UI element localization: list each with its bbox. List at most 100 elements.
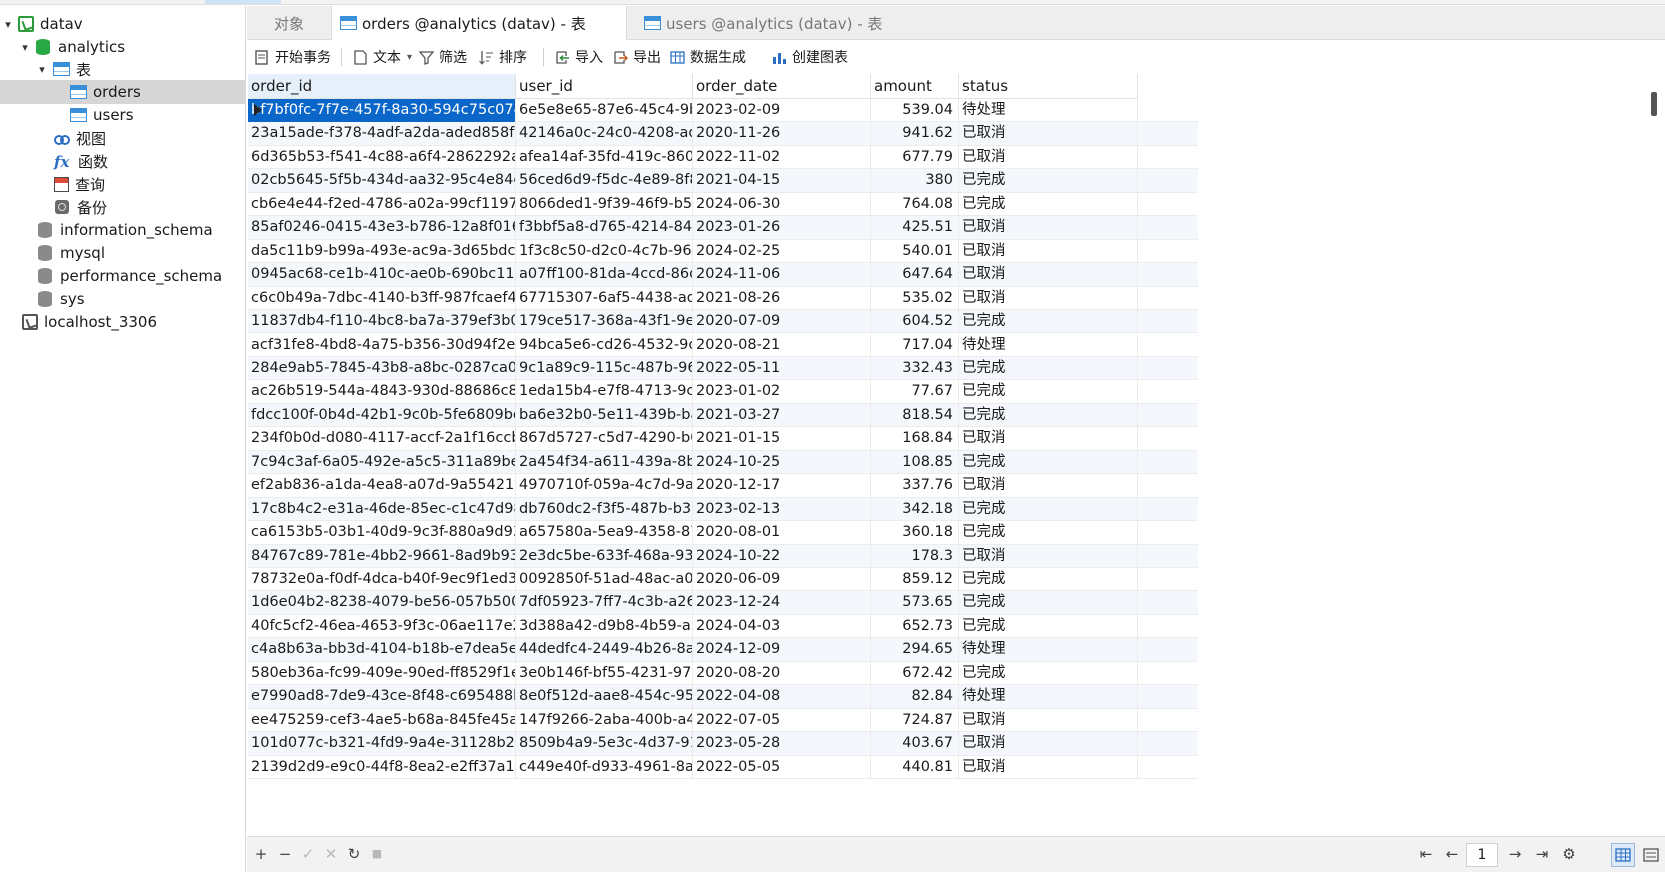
cell-order-date[interactable]: 2020-12-17 — [693, 474, 871, 498]
cell-order-id[interactable]: ac26b519-544a-4843-930d-88686c801 — [248, 380, 516, 404]
table-row[interactable]: 234f0b0d-d080-4117-accf-2a1f16ccba 867d57… — [248, 427, 1198, 451]
cell-amount[interactable]: 604.52 — [871, 310, 959, 334]
cell-status[interactable]: 已完成 — [959, 591, 1138, 615]
cell-order-id[interactable]: 11837db4-f110-4bc8-ba7a-379ef3b0fa — [248, 310, 516, 334]
cell-order-date[interactable]: 2024-12-09 — [693, 638, 871, 662]
table-row[interactable]: c6c0b49a-7dbc-4140-b3ff-987fcaef4e 677153… — [248, 286, 1198, 311]
cell-user-id[interactable]: 56ced6d9-f5dc-4e89-8f8 — [516, 169, 693, 193]
cell-order-date[interactable]: 2020-06-09 — [693, 568, 871, 592]
cell-amount[interactable]: 168.84 — [871, 427, 959, 451]
cell-order-date[interactable]: 2020-11-26 — [693, 122, 871, 146]
tree-database-mysql[interactable]: mysql — [0, 241, 245, 265]
tree-database-information-schema[interactable]: information_schema — [0, 218, 245, 242]
table-row[interactable]: 284e9ab5-7845-43b8-a8bc-0287ca0ck 9c1a89c… — [248, 356, 1198, 381]
cell-status[interactable]: 待处理 — [959, 99, 1138, 123]
cell-order-id[interactable]: ef2ab836-a1da-4ea8-a07d-9a554215c — [248, 474, 516, 498]
cell-amount[interactable]: 178.3 — [871, 544, 959, 568]
table-row[interactable]: acf31fe8-4bd8-4a75-b356-30d94f2e1 94bca5e… — [248, 333, 1198, 357]
cell-status[interactable]: 已取消 — [959, 427, 1138, 451]
cell-order-date[interactable]: 2023-12-24 — [693, 591, 871, 615]
cell-amount[interactable]: 360.18 — [871, 521, 959, 545]
cell-order-id[interactable]: 7c94c3af-6a05-492e-a5c5-311a89be5c — [248, 450, 516, 475]
cell-user-id[interactable]: 8509b4a9-5e3c-4d37-91 — [516, 732, 693, 756]
cell-user-id[interactable]: 1eda15b4-e7f8-4713-9c0 — [516, 380, 693, 404]
tree-folder-tables[interactable]: ▾ 表 — [0, 57, 245, 81]
cell-order-id[interactable]: 2139d2d9-e9c0-44f8-8ea2-e2ff37a1ea — [248, 755, 516, 780]
cell-status[interactable]: 已取消 — [959, 239, 1138, 264]
cell-status[interactable]: 已完成 — [959, 614, 1138, 639]
table-row[interactable]: bf7bf0fc-7f7e-457f-8a30-594c75c0743 6e5e8… — [248, 99, 1198, 123]
cell-order-date[interactable]: 2021-01-15 — [693, 427, 871, 451]
cell-amount[interactable]: 647.64 — [871, 263, 959, 287]
cell-amount[interactable]: 337.76 — [871, 474, 959, 498]
cell-order-date[interactable]: 2020-08-21 — [693, 333, 871, 357]
cell-user-id[interactable]: 4970710f-059a-4c7d-9a4 — [516, 474, 693, 498]
cell-amount[interactable]: 717.04 — [871, 333, 959, 357]
table-row[interactable]: c4a8b63a-bb3d-4104-b18b-e7dea5e6 44dedfc4… — [248, 638, 1198, 662]
cell-order-date[interactable]: 2021-08-26 — [693, 286, 871, 311]
tab-orders-table[interactable]: orders @analytics (datav) - 表 — [331, 6, 627, 40]
cell-user-id[interactable]: 179ce517-368a-43f1-9e4 — [516, 310, 693, 334]
table-row[interactable]: ee475259-cef3-4ae5-b68a-845fe45ab 147f926… — [248, 708, 1198, 733]
cell-user-id[interactable]: 9c1a89c9-115c-487b-962 — [516, 356, 693, 381]
tree-database-performance-schema[interactable]: performance_schema — [0, 264, 245, 288]
cell-user-id[interactable]: db760dc2-f3f5-487b-b3e — [516, 497, 693, 522]
cell-status[interactable]: 已完成 — [959, 310, 1138, 334]
sort-button[interactable]: 排序 — [479, 45, 527, 69]
cell-status[interactable]: 已完成 — [959, 403, 1138, 428]
cell-status[interactable]: 已完成 — [959, 169, 1138, 193]
table-row[interactable]: e7990ad8-7de9-43ce-8f48-c695488b0 8e0f512… — [248, 685, 1198, 709]
cell-amount[interactable]: 380 — [871, 169, 959, 193]
chevron-down-icon[interactable]: ▾ — [36, 63, 48, 76]
cell-order-date[interactable]: 2021-03-27 — [693, 403, 871, 428]
cell-user-id[interactable]: 3d388a42-d9b8-4b59-a3 — [516, 614, 693, 639]
cell-status[interactable]: 已完成 — [959, 661, 1138, 686]
cell-user-id[interactable]: 8066ded1-9f39-46f9-b55 — [516, 192, 693, 217]
cell-order-date[interactable]: 2020-08-01 — [693, 521, 871, 545]
cell-order-id[interactable]: 85af0246-0415-43e3-b786-12a8f016cf — [248, 216, 516, 240]
table-row[interactable]: 85af0246-0415-43e3-b786-12a8f016cf f3bbf5… — [248, 216, 1198, 240]
cell-amount[interactable]: 425.51 — [871, 216, 959, 240]
apply-changes-button[interactable]: ✓ — [299, 845, 317, 863]
first-page-button[interactable]: ⇤ — [1417, 845, 1435, 863]
cell-status[interactable]: 已取消 — [959, 145, 1138, 170]
cell-user-id[interactable]: 8e0f512d-aae8-454c-956 — [516, 685, 693, 709]
cell-status[interactable]: 已取消 — [959, 732, 1138, 756]
settings-gear-icon[interactable]: ⚙ — [1560, 845, 1578, 863]
table-row[interactable]: 17c8b4c2-e31a-46de-85ec-c1c47d98c db760dc… — [248, 497, 1198, 522]
table-row[interactable]: fdcc100f-0b4d-42b1-9c0b-5fe6809bd ba6e32b… — [248, 403, 1198, 428]
tree-folder-functions[interactable]: fx 函数 — [0, 149, 245, 173]
tree-connection-localhost[interactable]: localhost_3306 — [0, 310, 245, 334]
filter-button[interactable]: 筛选 — [418, 45, 467, 69]
cell-order-date[interactable]: 2021-04-15 — [693, 169, 871, 193]
cell-user-id[interactable]: 2a454f34-a611-439a-8b5 — [516, 450, 693, 475]
cell-order-id[interactable]: 284e9ab5-7845-43b8-a8bc-0287ca0ck — [248, 356, 516, 381]
cell-amount[interactable]: 818.54 — [871, 403, 959, 428]
cell-user-id[interactable]: 0092850f-51ad-48ac-a04 — [516, 568, 693, 592]
next-page-button[interactable]: → — [1506, 845, 1524, 863]
cell-status[interactable]: 已完成 — [959, 192, 1138, 217]
cell-order-id[interactable]: 0945ac68-ce1b-410c-ae0b-690bc11b2 — [248, 263, 516, 287]
cell-order-id[interactable]: cb6e4e44-f2ed-4786-a02a-99cf119731 — [248, 192, 516, 217]
cell-status[interactable]: 已取消 — [959, 216, 1138, 240]
tree-folder-backups[interactable]: 备份 — [0, 195, 245, 219]
cell-amount[interactable]: 82.84 — [871, 685, 959, 709]
form-view-toggle[interactable] — [1639, 843, 1663, 867]
cell-order-date[interactable]: 2024-02-25 — [693, 239, 871, 264]
table-row[interactable]: 02cb5645-5f5b-434d-aa32-95c4e84ec 56ced6d… — [248, 169, 1198, 193]
cell-user-id[interactable]: 7df05923-7ff7-4c3b-a260 — [516, 591, 693, 615]
cell-order-id[interactable]: 6d365b53-f541-4c88-a6f4-2862292afc — [248, 145, 516, 170]
table-row[interactable]: 23a15ade-f378-4adf-a2da-aded858f04 42146a… — [248, 122, 1198, 146]
cell-user-id[interactable]: 6e5e8e65-87e6-45c4-9bf — [516, 99, 693, 123]
cell-status[interactable]: 待处理 — [959, 685, 1138, 709]
cell-user-id[interactable]: 94bca5e6-cd26-4532-9c3 — [516, 333, 693, 357]
cell-order-date[interactable]: 2024-10-22 — [693, 544, 871, 568]
cell-order-date[interactable]: 2022-11-02 — [693, 145, 871, 170]
cell-order-id[interactable]: e7990ad8-7de9-43ce-8f48-c695488b0 — [248, 685, 516, 709]
cell-status[interactable]: 已取消 — [959, 122, 1138, 146]
cell-status[interactable]: 已取消 — [959, 755, 1138, 780]
add-record-button[interactable]: + — [252, 845, 270, 863]
cell-user-id[interactable]: ba6e32b0-5e11-439b-ba — [516, 403, 693, 428]
cell-status[interactable]: 已完成 — [959, 521, 1138, 545]
cell-user-id[interactable]: f3bbf5a8-d765-4214-845 — [516, 216, 693, 240]
